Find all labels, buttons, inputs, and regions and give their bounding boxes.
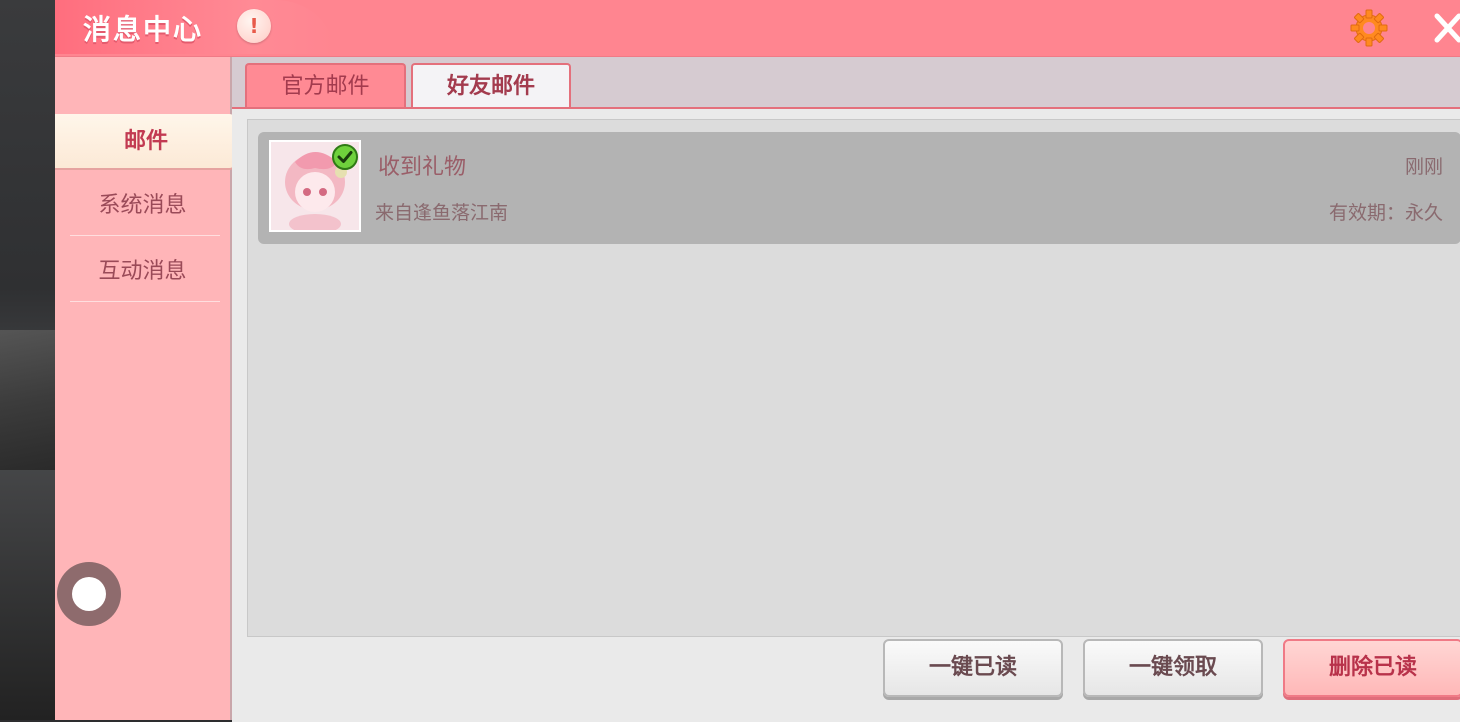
mail-expiry: 有效期：永久 xyxy=(1328,202,1443,224)
mail-list[interactable]: 收到礼物 来自逢鱼落江南 刚刚 有效期：永久 xyxy=(247,119,1460,637)
button-label: 一键领取 xyxy=(1128,655,1217,680)
claim-all-button[interactable]: 一键领取 xyxy=(1083,639,1263,697)
tab-label: 官方邮件 xyxy=(281,74,370,99)
tab-label: 好友邮件 xyxy=(446,74,535,99)
game-background xyxy=(0,0,60,720)
alert-icon[interactable]: ! xyxy=(237,9,271,43)
joystick-knob[interactable] xyxy=(72,577,106,611)
tab-content: 收到礼物 来自逢鱼落江南 刚刚 有效期：永久 一键已读 一键领取 删除已读 xyxy=(232,107,1460,722)
sidebar-divider xyxy=(70,235,220,236)
title-banner: 消息中心 ! xyxy=(55,0,335,54)
button-label: 一键已读 xyxy=(928,655,1017,680)
sidebar-item-interaction-messages[interactable]: 互动消息 xyxy=(55,244,230,300)
tab-friend-mail[interactable]: 好友邮件 xyxy=(411,63,571,109)
background-roof xyxy=(0,330,60,470)
page-title: 消息中心 xyxy=(83,13,204,46)
sidebar-item-label: 系统消息 xyxy=(98,193,187,218)
gear-icon[interactable] xyxy=(1349,8,1389,48)
mail-item[interactable]: 收到礼物 来自逢鱼落江南 刚刚 有效期：永久 xyxy=(258,132,1460,244)
sidebar-divider xyxy=(70,301,220,302)
sidebar-item-label: 互动消息 xyxy=(98,259,187,284)
sidebar-item-system-messages[interactable]: 系统消息 xyxy=(55,178,230,234)
sidebar-item-mail[interactable]: 邮件 xyxy=(55,114,237,168)
floating-joystick-button[interactable] xyxy=(57,562,121,626)
header-bar: 消息中心 ! xyxy=(55,0,1460,58)
main-panel: 官方邮件 好友邮件 收到礼物 来自逢鱼落江南 刚刚 有效期：永久 一键已读 一键… xyxy=(232,57,1460,722)
mail-time: 刚刚 xyxy=(1404,156,1443,178)
mail-sender: 来自逢鱼落江南 xyxy=(375,202,509,224)
delete-read-button[interactable]: 删除已读 xyxy=(1283,639,1460,697)
button-label: 删除已读 xyxy=(1328,655,1417,680)
mail-title: 收到礼物 xyxy=(378,155,467,180)
close-icon[interactable] xyxy=(1433,12,1460,44)
sidebar-item-label: 邮件 xyxy=(123,129,168,154)
mark-all-read-button[interactable]: 一键已读 xyxy=(883,639,1063,697)
check-icon xyxy=(332,144,358,170)
tab-official-mail[interactable]: 官方邮件 xyxy=(245,63,406,107)
